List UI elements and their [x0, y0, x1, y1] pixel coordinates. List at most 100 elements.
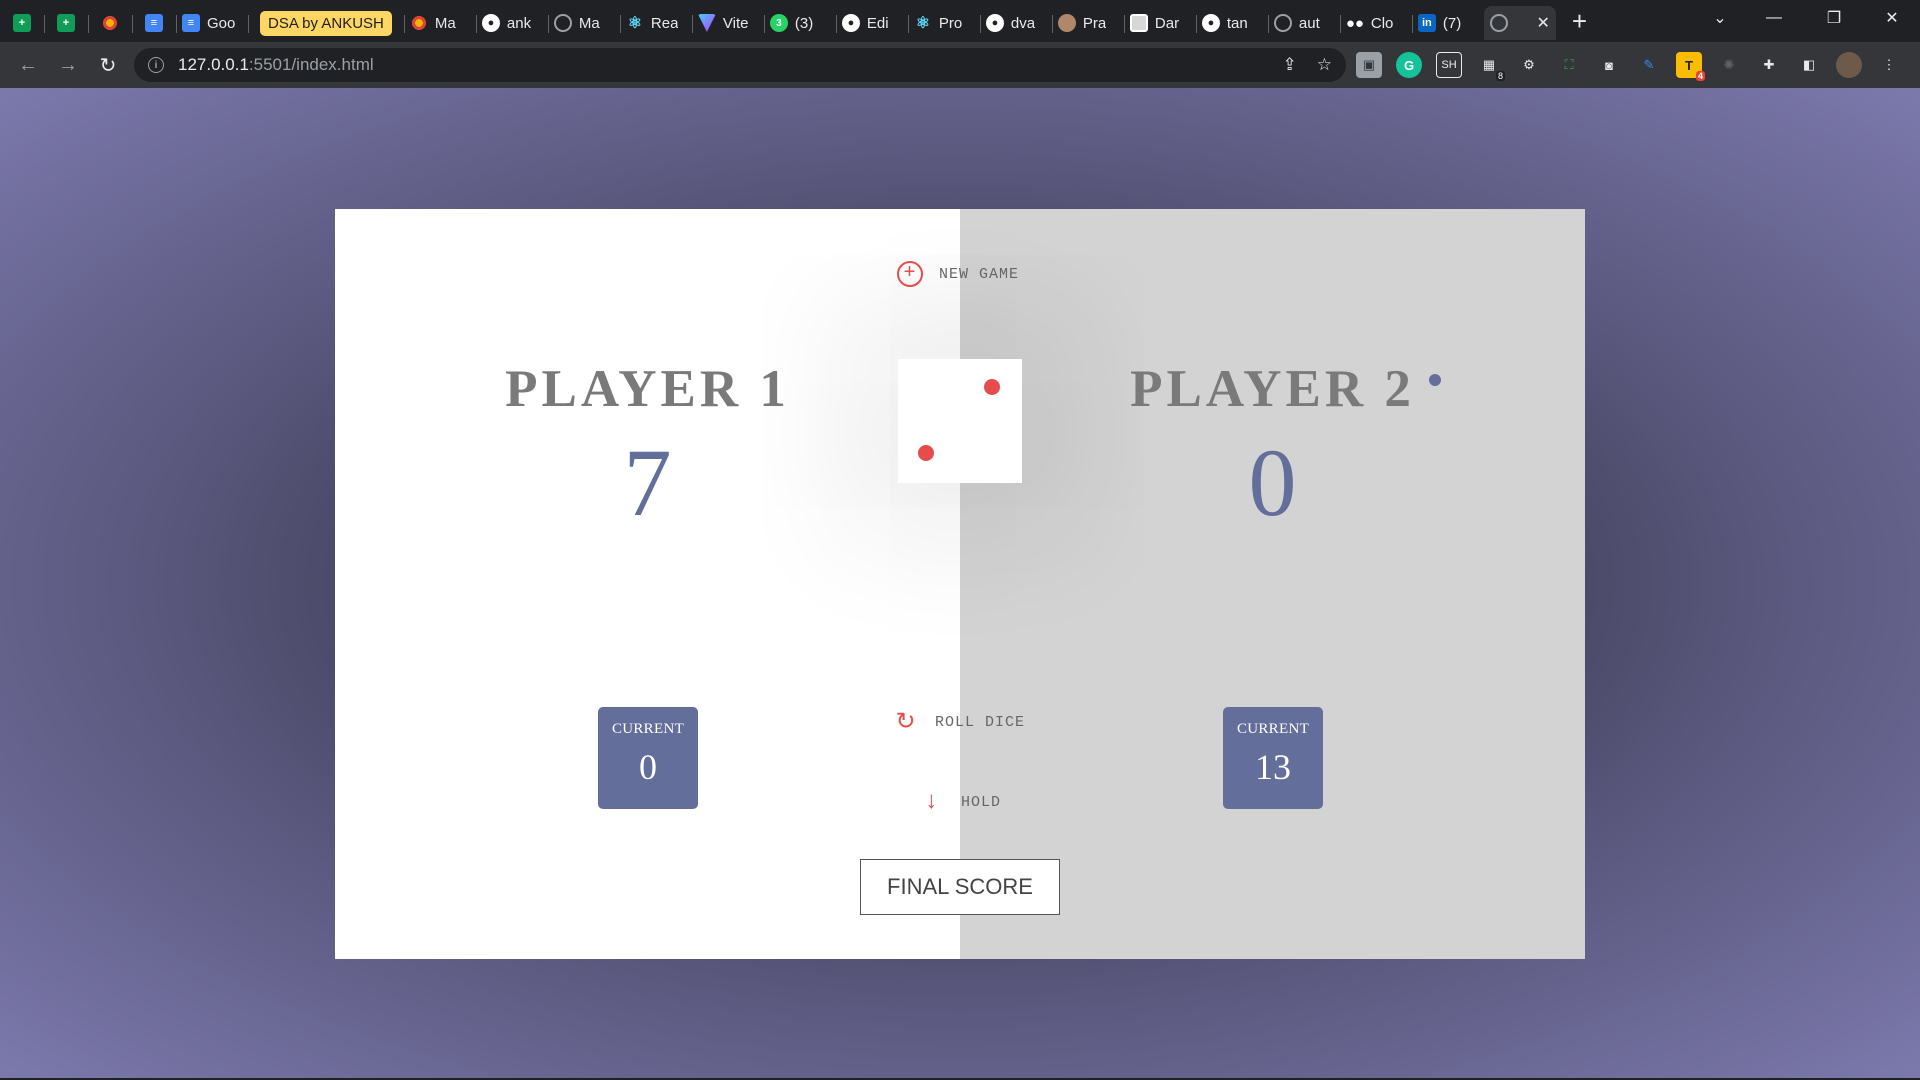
tab-group-dsa[interactable]: DSA by ANKUSH	[248, 6, 404, 40]
share-icon[interactable]: ⇪	[1283, 55, 1297, 75]
tab-react[interactable]: ⚛ Rea	[619, 6, 692, 40]
tab-medium[interactable]: ●● Clo	[1339, 6, 1412, 40]
back-icon[interactable]: ←	[8, 45, 48, 85]
pen-extension-icon[interactable]: ✎	[1636, 52, 1662, 78]
bug-extension-icon[interactable]: ✺	[1716, 52, 1742, 78]
tab-google-docs[interactable]: ≡	[132, 6, 176, 40]
tab-title: Pro	[938, 14, 963, 32]
screen-capture-icon[interactable]: ⛶	[1556, 52, 1582, 78]
tab-github-tan[interactable]: ● tan	[1195, 6, 1268, 40]
tab-linkedin[interactable]: in (7)	[1411, 6, 1484, 40]
close-window-icon[interactable]: ✕	[1862, 0, 1920, 36]
globe-icon	[553, 14, 572, 32]
tab-title: Ma	[578, 14, 600, 32]
address-bar[interactable]: i 127.0.0.1:5501/index.html ⇪ ☆	[134, 48, 1346, 82]
tab-aut[interactable]: aut	[1267, 6, 1340, 40]
player-1-score: 7	[623, 429, 672, 536]
player-1-current-box: CURRENT 0	[598, 707, 698, 809]
camera-icon[interactable]: ◙	[1596, 52, 1622, 78]
player-2-name: PLAYER 2	[1130, 360, 1415, 418]
dice-pip	[918, 445, 934, 461]
grammarly-icon[interactable]: G	[1396, 52, 1422, 78]
roll-dice-label: ROLL DICE	[935, 713, 1026, 731]
tab-title: (7)	[1442, 14, 1462, 32]
react-icon: ⚛	[915, 15, 931, 32]
tab-title: (3)	[794, 14, 814, 32]
player-1-current-score: 0	[639, 747, 657, 787]
star-icon[interactable]: ☆	[1317, 55, 1332, 75]
new-game-label: NEW GAME	[939, 265, 1020, 283]
tab-google-sheets-1[interactable]: +	[0, 6, 44, 40]
tasks-extension-label: T	[1685, 57, 1693, 73]
side-panel-icon[interactable]: ◧	[1796, 52, 1822, 78]
tab-pra[interactable]: Pra	[1051, 6, 1124, 40]
gear-extension-icon[interactable]: ⚙	[1516, 52, 1542, 78]
minimize-icon[interactable]: —	[1744, 0, 1804, 36]
linkedin-icon: in	[1417, 14, 1436, 32]
extensions-puzzle-icon[interactable]: ✚	[1756, 52, 1782, 78]
tab-google-docs-2[interactable]: ≡ Goo	[176, 6, 248, 40]
tab-vite[interactable]: Vite	[691, 6, 764, 40]
tab-github-edi[interactable]: ● Edi	[835, 6, 908, 40]
google-docs-icon: ≡	[182, 14, 200, 32]
restore-icon[interactable]: ❐	[1804, 0, 1864, 36]
tab-ma[interactable]: Ma	[403, 6, 476, 40]
tab-dar[interactable]: Dar	[1123, 6, 1196, 40]
arrow-down-icon: ↓	[924, 788, 940, 816]
player-2-score: 0	[1248, 429, 1297, 536]
globe-icon	[1489, 14, 1508, 32]
refresh-icon: ↻	[895, 710, 917, 737]
extension-screenshot-icon[interactable]: ▣	[1356, 52, 1382, 78]
player-2-panel: PLAYER 2 0 CURRENT 13	[960, 209, 1585, 959]
extension-badge: 4	[1695, 71, 1705, 81]
whatsapp-icon: 3	[769, 14, 788, 32]
flower-icon	[101, 14, 119, 32]
new-game-button[interactable]: + NEW GAME	[897, 261, 1019, 287]
tab-title: Edi	[866, 14, 889, 32]
reload-icon[interactable]: ↻	[88, 45, 128, 85]
puzzle-extension-icon[interactable]: ▦ 8	[1476, 52, 1505, 81]
menu-dots-icon[interactable]: ⋮	[1876, 52, 1902, 78]
tab-title: Pra	[1082, 14, 1107, 32]
player-2-current-score: 13	[1255, 747, 1291, 787]
tab-active[interactable]: ✕	[1483, 6, 1556, 40]
tab-title: dva	[1010, 14, 1036, 32]
medium-icon: ●●	[1345, 14, 1364, 32]
roll-dice-button[interactable]: ↻ ROLL DICE	[893, 709, 1026, 737]
google-sheets-icon: +	[57, 14, 75, 32]
tab-title: ank	[506, 14, 532, 32]
tab-title: aut	[1298, 14, 1320, 32]
omnibox-actions: ⇪ ☆	[1283, 48, 1333, 82]
player-1-current-label: CURRENT	[611, 721, 685, 737]
dice-pip	[984, 379, 1000, 395]
tab-title: Vite	[722, 14, 749, 32]
extension-badge: 8	[1495, 71, 1505, 81]
close-icon[interactable]: ✕	[1536, 13, 1549, 33]
forward-icon[interactable]: →	[48, 45, 88, 85]
tab-google-sheets-2[interactable]: +	[44, 6, 88, 40]
tab-title: Dar	[1154, 14, 1180, 32]
tab-title: tan	[1226, 14, 1248, 32]
new-tab-button[interactable]: +	[1572, 6, 1587, 37]
tab-whatsapp[interactable]: 3 (3)	[763, 6, 836, 40]
tab-ma-2[interactable]: Ma	[547, 6, 620, 40]
tab-react-pro[interactable]: ⚛ Pro	[907, 6, 980, 40]
hold-button[interactable]: ↓ HOLD	[919, 788, 1002, 816]
extensions-area: ▣ G SH ▦ 8 ⚙ ⛶ ◙ ✎ T4 ✺ ✚ ◧ ⋮	[1356, 42, 1902, 88]
tab-github-dva[interactable]: ● dva	[979, 6, 1052, 40]
github-icon: ●	[1201, 14, 1220, 32]
player-2-current-label: CURRENT	[1236, 721, 1310, 737]
player-1-panel: PLAYER 1 7 CURRENT 0	[335, 209, 960, 959]
profile-avatar[interactable]	[1836, 52, 1862, 78]
info-icon[interactable]: i	[148, 57, 164, 73]
final-score-button[interactable]: FINAL SCORE	[860, 859, 1060, 915]
tasks-extension-icon[interactable]: T4	[1676, 52, 1705, 81]
tab-flower[interactable]	[88, 6, 132, 40]
hold-label: HOLD	[961, 793, 1002, 811]
tab-github-ank[interactable]: ● ank	[475, 6, 548, 40]
google-sheets-icon: +	[13, 14, 31, 32]
browser-tab-strip: + + ≡ ≡ Goo DSA by ANKUSH Ma ● ank Ma ⚛ Rea…	[0, 0, 1920, 42]
extension-sh-icon[interactable]: SH	[1436, 52, 1462, 78]
react-icon: ⚛	[627, 15, 643, 32]
tab-search-icon[interactable]: ⌄	[1690, 0, 1750, 36]
